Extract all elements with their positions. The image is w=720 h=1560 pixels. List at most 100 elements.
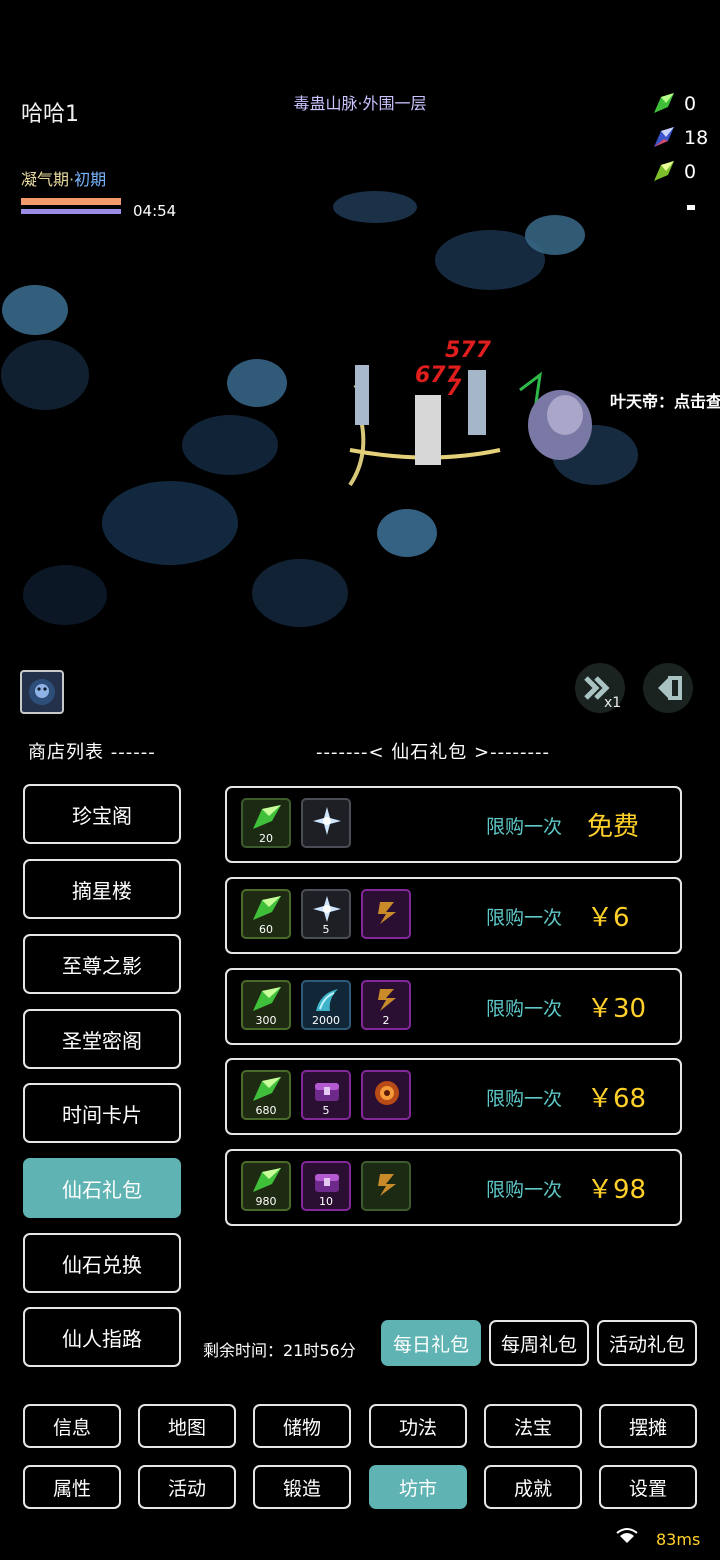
package-item[interactable]: 5 bbox=[301, 1070, 351, 1120]
green-crystal-icon bbox=[253, 1168, 281, 1192]
package-price-button[interactable]: ￥6 bbox=[587, 897, 630, 934]
bush-decoration bbox=[23, 565, 107, 625]
bush-decoration bbox=[102, 481, 238, 565]
enemy-monster bbox=[519, 371, 592, 460]
package-price-button[interactable]: ￥30 bbox=[587, 988, 646, 1025]
shop-category-zhenbaoge[interactable]: 珍宝阁 bbox=[23, 784, 181, 844]
menu-storage[interactable]: 储物 bbox=[253, 1404, 351, 1448]
gift-package-row[interactable]: 980 10 限购一次 ￥98 bbox=[225, 1149, 682, 1226]
scroll-icon bbox=[378, 989, 396, 1011]
purchase-limit: 限购一次 bbox=[486, 1088, 563, 1110]
menu-achievements[interactable]: 成就 bbox=[484, 1465, 582, 1509]
tab-event-gift[interactable]: 活动礼包 bbox=[597, 1320, 697, 1366]
bush-decoration bbox=[377, 509, 437, 557]
package-item[interactable] bbox=[361, 1161, 411, 1211]
blue-wing-icon bbox=[316, 989, 338, 1011]
resource-value: 0 bbox=[684, 93, 697, 115]
package-item[interactable]: 5 bbox=[301, 889, 351, 939]
green-crystal-icon bbox=[253, 805, 281, 829]
map-name: 毒蛊山脉·外围一层 bbox=[293, 94, 427, 113]
package-item[interactable]: 2000 bbox=[301, 980, 351, 1030]
shop-category-xianshilibao[interactable]: 仙石礼包 bbox=[23, 1158, 181, 1218]
menu-market[interactable]: 坊市 bbox=[369, 1465, 467, 1509]
wifi-icon bbox=[616, 1528, 638, 1543]
shop-category-zhizunzhiying[interactable]: 至尊之影 bbox=[23, 934, 181, 994]
package-item[interactable]: 20 bbox=[241, 798, 291, 848]
package-price-button[interactable]: 免费 bbox=[587, 806, 639, 843]
speed-icon: x1 bbox=[575, 663, 625, 713]
package-item[interactable] bbox=[301, 798, 351, 848]
green-crystal-icon bbox=[253, 896, 281, 920]
menu-stall[interactable]: 摆摊 bbox=[599, 1404, 697, 1448]
purchase-limit: 限购一次 bbox=[486, 816, 563, 838]
menu-map[interactable]: 地图 bbox=[138, 1404, 236, 1448]
star-burst-icon bbox=[313, 896, 341, 922]
star-burst-icon bbox=[313, 807, 341, 835]
bush-decoration bbox=[333, 191, 417, 223]
item-quantity: 2000 bbox=[312, 1014, 340, 1027]
item-quantity: 680 bbox=[255, 1104, 277, 1117]
remaining-time: 剩余时间：21时56分 bbox=[203, 1341, 356, 1360]
package-item[interactable] bbox=[361, 1070, 411, 1120]
green-crystal-icon bbox=[253, 1077, 281, 1101]
package-section-title: -------< 仙石礼包 >-------- bbox=[316, 742, 551, 763]
item-quantity: 60 bbox=[259, 923, 273, 936]
menu-info[interactable]: 信息 bbox=[23, 1404, 121, 1448]
menu-settings[interactable]: 设置 bbox=[599, 1465, 697, 1509]
item-quantity: 5 bbox=[322, 1104, 330, 1117]
gift-package-row[interactable]: 300 2000 2 限购一次 ￥30 bbox=[225, 968, 682, 1045]
item-quantity: 10 bbox=[319, 1195, 333, 1208]
npc-dialogue-text[interactable]: 叶天帝：点击查 bbox=[610, 388, 720, 412]
gift-package-row[interactable]: 680 5 限购一次 ￥68 bbox=[225, 1058, 682, 1135]
item-quantity: 300 bbox=[255, 1014, 277, 1027]
package-item[interactable]: 980 bbox=[241, 1161, 291, 1211]
package-price-button[interactable]: ￥98 bbox=[587, 1169, 646, 1206]
shop-category-xianrenzhilu[interactable]: 仙人指路 bbox=[23, 1307, 181, 1367]
resource-green-crystal: 0 bbox=[652, 90, 720, 118]
skill-slot-button[interactable] bbox=[20, 670, 64, 714]
package-item[interactable] bbox=[361, 889, 411, 939]
bush-decoration bbox=[1, 340, 89, 410]
blue-crystal-icon bbox=[654, 127, 674, 147]
shop-category-shengtangmige[interactable]: 圣堂密阁 bbox=[23, 1009, 181, 1069]
purple-chest-icon bbox=[315, 1083, 339, 1101]
shop-category-zhaixinglou[interactable]: 摘星楼 bbox=[23, 859, 181, 919]
shop-category-xianshiduihuan[interactable]: 仙石兑换 bbox=[23, 1233, 181, 1293]
shop-list-title: 商店列表 ------ bbox=[28, 742, 156, 763]
tab-weekly-gift[interactable]: 每周礼包 bbox=[489, 1320, 589, 1366]
damage-number: 7 bbox=[446, 376, 462, 401]
package-item[interactable]: 2 bbox=[361, 980, 411, 1030]
bush-decoration bbox=[182, 415, 278, 475]
network-ping: 83ms bbox=[656, 1530, 701, 1549]
package-price-button[interactable]: ￥68 bbox=[587, 1078, 646, 1115]
item-quantity: 20 bbox=[259, 832, 273, 845]
package-item[interactable]: 680 bbox=[241, 1070, 291, 1120]
menu-skills[interactable]: 功法 bbox=[369, 1404, 467, 1448]
beast-skill-icon bbox=[29, 679, 55, 705]
auto-battle-button[interactable] bbox=[640, 660, 696, 716]
menu-activity[interactable]: 活动 bbox=[138, 1465, 236, 1509]
menu-attributes[interactable]: 属性 bbox=[23, 1465, 121, 1509]
package-item[interactable]: 10 bbox=[301, 1161, 351, 1211]
package-item[interactable]: 60 bbox=[241, 889, 291, 939]
tab-daily-gift[interactable]: 每日礼包 bbox=[381, 1320, 481, 1366]
bush-decoration bbox=[2, 285, 68, 335]
speed-label: x1 bbox=[604, 695, 621, 711]
item-quantity: 2 bbox=[382, 1014, 390, 1027]
package-item[interactable]: 300 bbox=[241, 980, 291, 1030]
gift-package-row[interactable]: 60 5 限购一次 ￥6 bbox=[225, 877, 682, 954]
purchase-limit: 限购一次 bbox=[486, 998, 563, 1020]
menu-forge[interactable]: 锻造 bbox=[253, 1465, 351, 1509]
green-crystal-icon bbox=[253, 987, 281, 1011]
item-quantity: 5 bbox=[322, 923, 330, 936]
menu-treasure[interactable]: 法宝 bbox=[484, 1404, 582, 1448]
battle-speed-button[interactable]: x1 bbox=[572, 660, 628, 716]
bush-decoration bbox=[252, 559, 348, 627]
purple-chest-icon bbox=[315, 1174, 339, 1192]
resource-value: 18 bbox=[684, 127, 709, 149]
resource-blue-crystal: 18 bbox=[652, 124, 720, 152]
shop-category-shijiankapian[interactable]: 时间卡片 bbox=[23, 1083, 181, 1143]
gift-package-row[interactable]: 20 限购一次 免费 bbox=[225, 786, 682, 863]
item-quantity: 980 bbox=[255, 1195, 277, 1208]
bush-decoration bbox=[227, 359, 287, 407]
